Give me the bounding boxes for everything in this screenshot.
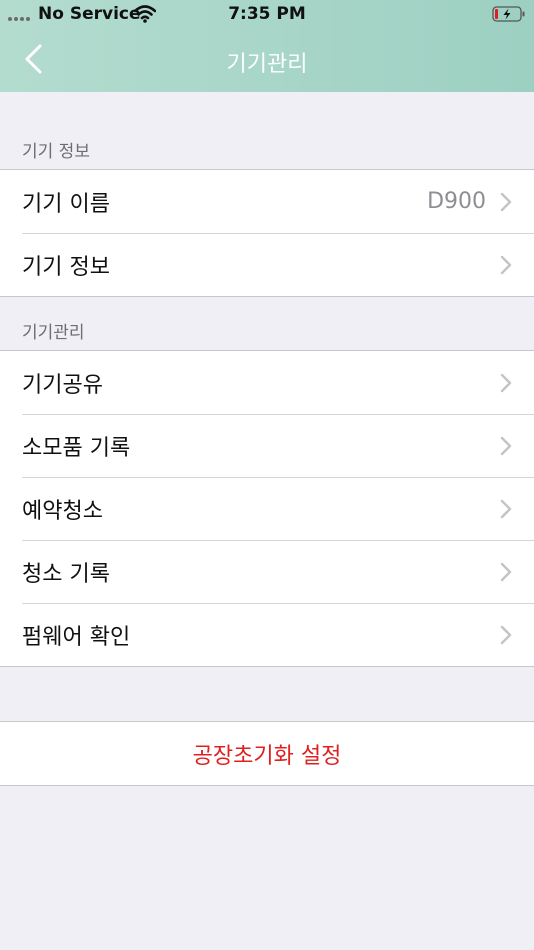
row-scheduled-cleaning[interactable]: 예약청소 bbox=[0, 477, 534, 540]
chevron-right-icon bbox=[500, 436, 512, 456]
section-header-device-management: 기기관리 bbox=[22, 323, 85, 343]
chevron-right-icon bbox=[500, 192, 512, 212]
chevron-right-icon bbox=[500, 373, 512, 393]
device-management-group: 기기공유 소모품 기록 예약청소 청소 기록 펌웨어 확인 bbox=[0, 350, 534, 667]
row-device-share[interactable]: 기기공유 bbox=[0, 351, 534, 414]
row-device-name[interactable]: 기기 이름 D900 bbox=[0, 170, 534, 233]
factory-reset-label: 공장초기화 설정 bbox=[192, 743, 342, 769]
row-label: 청소 기록 bbox=[22, 561, 110, 587]
row-label: 기기공유 bbox=[22, 372, 103, 398]
battery-charging-icon bbox=[492, 6, 525, 22]
row-label: 예약청소 bbox=[22, 498, 103, 524]
chevron-right-icon bbox=[500, 255, 512, 275]
chevron-right-icon bbox=[500, 625, 512, 645]
clock: 7:35 PM bbox=[228, 4, 306, 24]
row-firmware-check[interactable]: 펌웨어 확인 bbox=[0, 603, 534, 666]
row-label: 소모품 기록 bbox=[22, 435, 131, 461]
status-bar: No Service 7:35 PM bbox=[0, 0, 534, 30]
row-label: 펌웨어 확인 bbox=[22, 624, 131, 650]
chevron-right-icon bbox=[500, 499, 512, 519]
chevron-right-icon bbox=[500, 562, 512, 582]
navigation-bar: 기기관리 bbox=[0, 30, 534, 92]
header: No Service 7:35 PM 기기관리 bbox=[0, 0, 534, 92]
row-cleaning-log[interactable]: 청소 기록 bbox=[0, 540, 534, 603]
row-label: 기기 정보 bbox=[22, 254, 110, 280]
row-consumables-log[interactable]: 소모품 기록 bbox=[0, 414, 534, 477]
row-device-info[interactable]: 기기 정보 bbox=[0, 233, 534, 296]
factory-reset-button[interactable]: 공장초기화 설정 bbox=[0, 721, 534, 786]
device-info-group: 기기 이름 D900 기기 정보 bbox=[0, 169, 534, 297]
device-name-value: D900 bbox=[427, 189, 486, 214]
page-title: 기기관리 bbox=[226, 52, 308, 77]
section-header-device-info: 기기 정보 bbox=[22, 142, 90, 162]
row-label: 기기 이름 bbox=[22, 191, 110, 217]
